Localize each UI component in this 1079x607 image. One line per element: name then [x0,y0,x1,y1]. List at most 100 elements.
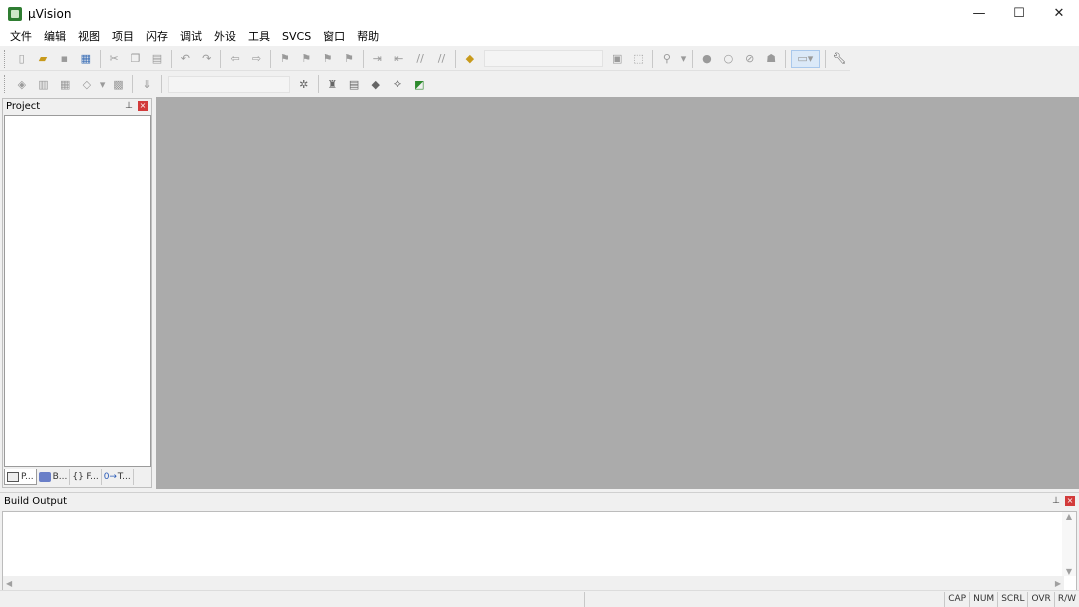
build-output-header: Build Output ⊥ × [0,493,1079,509]
uncomment-icon[interactable]: // [433,50,450,68]
menu-project[interactable]: 项目 [106,27,140,46]
configure-icon[interactable]: 🔧︎ [831,50,848,68]
build-icon[interactable]: ▥ [35,75,53,93]
maximize-button[interactable]: ☐ [999,0,1039,27]
debug-session-icon[interactable]: ◆ [461,50,478,68]
horizontal-scrollbar[interactable]: ◀ ▶ [3,576,1064,590]
rebuild-icon[interactable]: ▦ [56,75,74,93]
build-output-title: Build Output [4,495,68,507]
copy-icon[interactable]: ❐ [127,50,144,68]
next-bookmark-icon[interactable]: ⚑ [319,50,336,68]
build-output-text[interactable]: ▲ ▼ ◀ ▶ [2,511,1077,591]
menu-window[interactable]: 窗口 [317,27,351,46]
toolbar-grip[interactable] [4,75,7,93]
pack-green-icon[interactable]: ◩ [410,75,428,93]
pin-icon[interactable]: ⊥ [125,101,133,111]
pin-icon[interactable]: ⊥ [1052,496,1060,506]
find-icon[interactable]: ⚲ [658,50,675,68]
menu-tools[interactable]: 工具 [242,27,276,46]
toolbar-separator [160,75,162,93]
run-time-environment-icon[interactable]: ⟡ [389,75,407,93]
close-button[interactable]: ✕ [1039,0,1079,27]
manage-components-icon[interactable]: ♜ [324,75,342,93]
menu-help[interactable]: 帮助 [351,27,385,46]
toolbar-grip[interactable] [4,49,7,68]
disable-all-breakpoints-icon[interactable]: ⊘ [741,50,758,68]
menu-debug[interactable]: 调试 [174,27,208,46]
project-tab-icon [7,471,19,482]
close-panel-button[interactable]: × [1065,496,1075,506]
breakpoint-icon[interactable]: ● [698,50,715,68]
toolbar-separator [220,49,222,68]
clear-bookmarks-icon[interactable]: ⚑ [340,50,357,68]
download-icon[interactable]: ⇓ [138,75,156,93]
tab-project-label: P... [21,471,34,482]
uvision-window: µVision — ☐ ✕ 文件 编辑 视图 项目 闪存 调试 外设 工具 SV… [0,0,1079,607]
menu-flash[interactable]: 闪存 [140,27,174,46]
tab-templates-label: T... [117,472,131,482]
find-combo[interactable] [483,50,604,67]
close-panel-button[interactable]: × [138,101,148,111]
incremental-find-icon[interactable]: ⬚ [630,50,647,68]
title-bar: µVision — ☐ ✕ [0,0,1079,27]
find-in-files-icon[interactable]: ▣ [608,50,625,68]
scroll-up-icon[interactable]: ▲ [1066,512,1072,521]
pack-installer-icon[interactable]: ◆ [367,75,385,93]
undo-icon[interactable]: ↶ [177,50,194,68]
menu-edit[interactable]: 编辑 [38,27,72,46]
toolbar-separator [824,49,826,68]
translate-icon[interactable]: ◈ [13,75,31,93]
stop-build-icon[interactable]: ▩ [110,75,128,93]
window-layout-icon[interactable]: ▭▾ [790,49,820,68]
templates-tab-icon: 0→ [103,472,117,482]
toolbar-separator [362,49,364,68]
disable-breakpoint-icon[interactable]: ○ [720,50,737,68]
project-panel: Project ⊥ × P... B... {} F... 0→ T... [2,98,152,488]
select-packs-icon[interactable]: ▤ [345,75,363,93]
nav-forward-icon[interactable]: ⇨ [248,50,265,68]
target-select[interactable] [167,75,290,93]
comment-icon[interactable]: // [411,50,428,68]
tab-templates[interactable]: 0→ T... [102,469,134,485]
target-options-icon[interactable]: ✲ [295,75,313,93]
bookmark-icon[interactable]: ⚑ [276,50,293,68]
tab-project[interactable]: P... [4,469,37,485]
prev-bookmark-icon[interactable]: ⚑ [298,50,315,68]
tab-books[interactable]: B... [37,469,71,485]
toolbar-separator [455,49,457,68]
status-ovr: OVR [1027,591,1053,607]
indent-icon[interactable]: ⇥ [369,50,386,68]
new-file-icon[interactable]: ▯ [13,50,30,68]
status-message-area [584,591,944,607]
menu-svcs[interactable]: SVCS [276,27,317,46]
batch-build-icon[interactable]: ◇ [78,75,96,93]
toolbar-separator [132,75,134,93]
save-all-icon[interactable]: ▦ [77,50,94,68]
kill-breakpoints-icon[interactable]: ☗ [762,50,779,68]
save-icon[interactable]: ▪ [56,50,73,68]
tab-functions[interactable]: {} F... [70,469,102,485]
scroll-down-icon[interactable]: ▼ [1066,567,1072,576]
open-file-icon[interactable]: ▰ [34,50,51,68]
scroll-left-icon[interactable]: ◀ [6,579,12,588]
vertical-scrollbar[interactable]: ▲ ▼ [1062,512,1076,576]
nav-back-icon[interactable]: ⇦ [226,50,243,68]
toolbar-separator [270,49,272,68]
editor-area[interactable] [156,97,1079,489]
chevron-down-icon[interactable]: ▾ [680,50,688,68]
chevron-down-icon[interactable]: ▾ [100,75,106,93]
project-tree[interactable] [4,115,151,467]
status-scrl: SCRL [997,591,1027,607]
cut-icon[interactable]: ✂ [105,50,122,68]
menu-peripherals[interactable]: 外设 [208,27,242,46]
window-controls: — ☐ ✕ [959,0,1079,27]
menu-view[interactable]: 视图 [72,27,106,46]
minimize-button[interactable]: — [959,0,999,27]
redo-icon[interactable]: ↷ [198,50,215,68]
build-toolbar: ◈ ▥ ▦ ◇ ▾ ▩ ⇓ ✲ ♜ ▤ ◆ ⟡ ◩ [0,72,430,96]
paste-icon[interactable]: ▤ [148,50,165,68]
menu-file[interactable]: 文件 [4,27,38,46]
unindent-icon[interactable]: ⇤ [390,50,407,68]
scroll-right-icon[interactable]: ▶ [1055,579,1061,588]
panel-controls: ⊥ × [1052,496,1075,506]
